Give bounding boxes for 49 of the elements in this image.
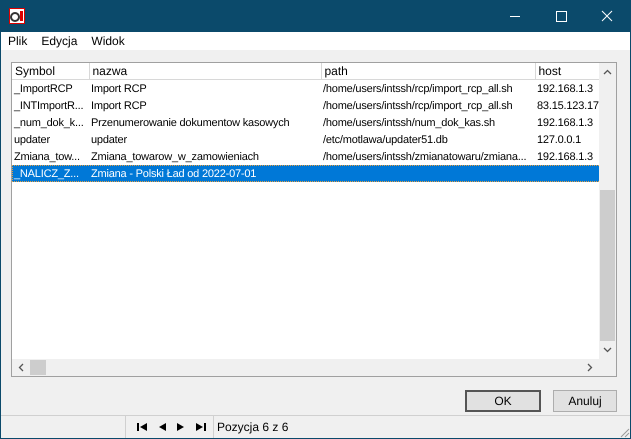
table-cell: updater — [14, 134, 50, 146]
scroll-thumb[interactable] — [600, 190, 615, 341]
table-cell: 83.15.123.17 — [537, 100, 599, 112]
table-cell: /home/users/intssh/zmianatowaru/zmiana... — [323, 150, 526, 162]
scroll-down-icon[interactable] — [603, 347, 612, 353]
previous-record-icon[interactable] — [157, 422, 167, 432]
table-cell: Zmiana_tow... — [14, 150, 80, 162]
table-cell: _NALICZ_Z... — [14, 168, 79, 180]
table-row[interactable]: _ImportRCP Import RCP /home/users/intssh/rcp/import_rcp_all.sh 192.168.1.3 — [12, 80, 599, 97]
app-icon — [9, 8, 25, 24]
table-cell: /home/users/intssh/num_dok_kas.sh — [323, 116, 495, 128]
table-cell: _INTImportR... — [14, 100, 84, 112]
vertical-scrollbar[interactable] — [599, 63, 616, 359]
table-cell: 192.168.1.3 — [537, 116, 593, 128]
menu-item[interactable]: Plik — [8, 34, 28, 48]
table-cell: Zmiana_towarow_w_zamowieniach — [91, 150, 259, 162]
scroll-thumb[interactable] — [30, 360, 46, 375]
table-cell: /home/users/intssh/rcp/import_rcp_all.sh — [323, 82, 512, 94]
table-cell: Przenumerowanie dokumentow kasowych — [91, 116, 290, 128]
table-cell: /home/users/intssh/rcp/import_rcp_all.sh — [323, 100, 512, 112]
table-cell: Zmiana - Polski Ład od 2022-07-01 — [91, 168, 256, 180]
table-cell: updater — [91, 134, 127, 146]
table-cell: _ImportRCP — [14, 82, 73, 94]
table-cell: Import RCP — [91, 82, 146, 94]
column-header[interactable]: Symbol — [12, 63, 89, 80]
record-position: Pozycja 6 z 6 — [217, 420, 288, 434]
table-row[interactable]: Zmiana_tow... Zmiana_towarow_w_zamowieniach /home/users/intssh/zmianatowaru/zmiana... 192.168.1.3 — [12, 148, 599, 165]
table-row[interactable]: _INTImportR... Import RCP /home/users/intssh/rcp/import_rcp_all.sh 83.15.123.17 — [12, 97, 599, 114]
last-record-icon[interactable] — [195, 422, 207, 432]
table-cell: 192.168.1.3 — [537, 150, 593, 162]
resize-grip-icon[interactable] — [618, 426, 630, 438]
column-header[interactable]: nazwa — [89, 63, 321, 80]
table-cell: /etc/motlawa/updater51.db — [323, 134, 448, 146]
table-row[interactable]: updater updater /etc/motlawa/updater51.db 127.0.0.1 — [12, 131, 599, 148]
table-cell: Import RCP — [91, 100, 146, 112]
table-cell: 192.168.1.3 — [537, 82, 593, 94]
scroll-up-icon[interactable] — [603, 69, 612, 75]
scroll-left-icon[interactable] — [18, 363, 24, 372]
table-row[interactable]: _num_dok_k... Przenumerowanie dokumentow kasowych /home/users/intssh/num_dok_kas.sh 192.168.1.3 — [12, 114, 599, 131]
table-cell: _num_dok_k... — [14, 116, 84, 128]
menu-item[interactable]: Widok — [91, 34, 125, 48]
cancel-button[interactable]: Anuluj — [553, 390, 617, 412]
table-cell: 127.0.0.1 — [537, 134, 582, 146]
ok-button[interactable]: OK — [465, 390, 541, 412]
next-record-icon[interactable] — [176, 422, 186, 432]
scroll-right-icon[interactable] — [587, 363, 593, 372]
column-header[interactable]: path — [321, 63, 535, 80]
first-record-icon[interactable] — [136, 422, 148, 432]
menu-item[interactable]: Edycja — [41, 34, 78, 48]
